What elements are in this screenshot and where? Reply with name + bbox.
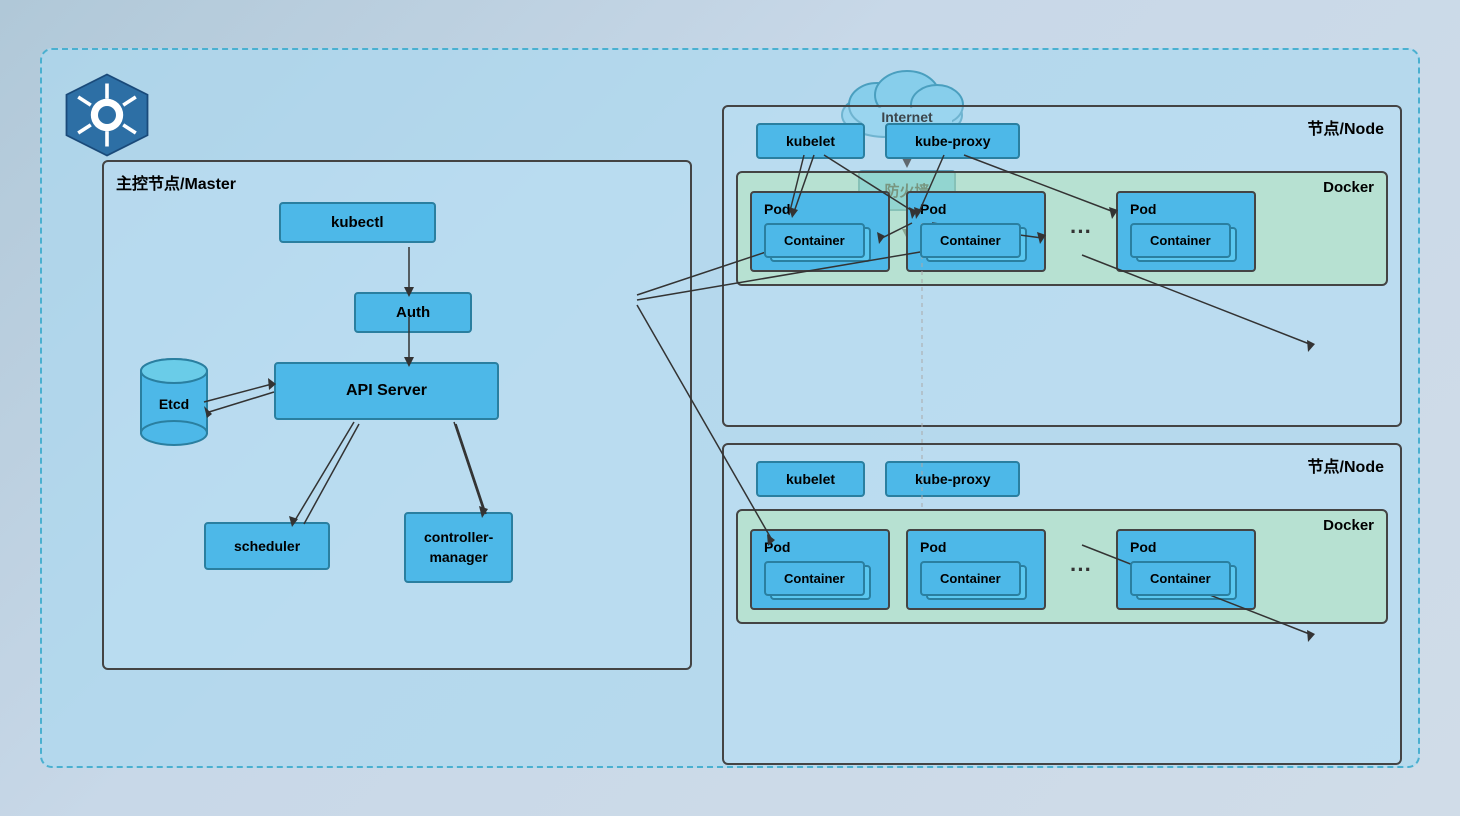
main-diagram: Internet 防火墙 主控节点/Master kubectl Auth AP… [40,48,1420,768]
node2-pod1-container: Container [764,561,865,596]
nodes-area: 节点/Node kubelet kube-proxy Docker Pod Co… [722,105,1402,765]
node1-kubeproxy: kube-proxy [885,123,1020,159]
node1-top-row: kubelet kube-proxy [736,123,1388,159]
node1-pod3-container: Container [1130,223,1231,258]
node1-pod1: Pod Container [750,191,890,272]
node1-docker: Docker Pod Container Pod Container [736,171,1388,286]
node2-pods-row: Pod Container Pod Container ··· [750,529,1374,610]
node1-pod3: Pod Container [1116,191,1256,272]
node2-pod1: Pod Container [750,529,890,610]
node2-kubelet: kubelet [756,461,865,497]
kubectl-box: kubectl [279,202,436,243]
svg-text:Etcd: Etcd [159,396,189,412]
node2-pod2: Pod Container [906,529,1046,610]
scheduler-box: scheduler [204,522,330,570]
api-server-box: API Server [274,362,499,420]
node1-pods-row: Pod Container Pod Container ··· [750,191,1374,272]
master-label: 主控节点/Master [116,170,236,194]
node2-section: 节点/Node kubelet kube-proxy Docker Pod Co… [722,443,1402,765]
node1-docker-label: Docker [1323,179,1374,196]
node1-pod1-container: Container [764,223,865,258]
node1-dots: ··· [1062,219,1100,245]
node1-kubelet: kubelet [756,123,865,159]
node1-section: 节点/Node kubelet kube-proxy Docker Pod Co… [722,105,1402,427]
node1-pod2-container: Container [920,223,1021,258]
node2-dots: ··· [1062,557,1100,583]
node2-top-row: kubelet kube-proxy [736,461,1388,497]
node2-label: 节点/Node [1308,453,1384,477]
master-section: 主控节点/Master kubectl Auth API Server Etcd… [102,160,692,670]
node2-pod3-container: Container [1130,561,1231,596]
node2-pod2-container: Container [920,561,1021,596]
node1-label: 节点/Node [1308,115,1384,139]
auth-box: Auth [354,292,472,333]
node2-docker-label: Docker [1323,517,1374,534]
node1-pod2: Pod Container [906,191,1046,272]
kubernetes-logo [62,70,152,160]
node2-pod3: Pod Container [1116,529,1256,610]
controller-manager-box: controller-manager [404,512,513,583]
node2-kubeproxy: kube-proxy [885,461,1020,497]
node2-docker: Docker Pod Container Pod Container [736,509,1388,624]
etcd-box: Etcd [139,357,209,447]
